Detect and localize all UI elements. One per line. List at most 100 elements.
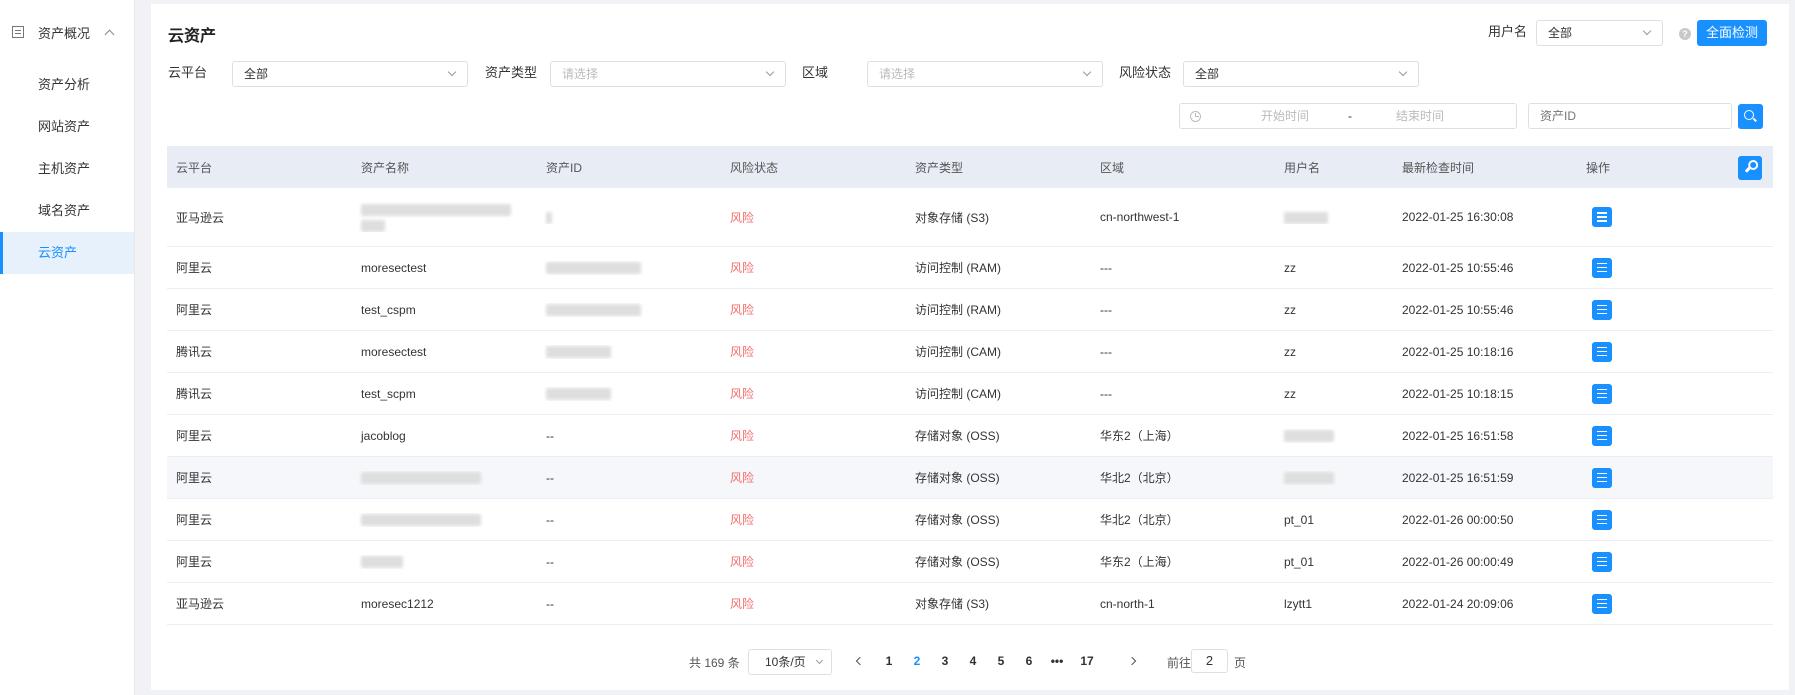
cell-asset-name-redacted [352, 513, 537, 527]
cell-platform: 亚马逊云 [176, 597, 225, 611]
cell-asset-type: 访问控制 (RAM) [915, 261, 1001, 275]
detail-list-icon[interactable] [1592, 551, 1612, 572]
platform-label: 云平台 [168, 65, 208, 80]
cell-username-redacted [1275, 210, 1393, 224]
cell-risk-status: 风险 [730, 429, 755, 443]
sidebar-item-cloud-assets[interactable]: 云资产 [0, 232, 134, 274]
full-check-button[interactable]: 全面检测 [1697, 20, 1767, 46]
cell-risk-status: 风险 [730, 303, 755, 317]
main-panel: 云资产 用户名 全部 ? 全面检测 云平台 全部 资产类型 请选择 区域 请选择… [151, 4, 1789, 690]
column-settings-button[interactable] [1738, 156, 1762, 180]
cell-asset-type: 对象存储 (S3) [915, 210, 990, 225]
cell-risk-status: 风险 [730, 597, 755, 611]
sidebar-group-asset-overview[interactable]: 资产概况 [0, 0, 134, 64]
cell-region: cn-northwest-1 [1100, 210, 1180, 224]
detail-list-icon[interactable] [1592, 207, 1612, 227]
detail-list-icon[interactable] [1592, 299, 1612, 320]
table-row[interactable]: 阿里云 -- 风险 存储对象 (OSS) 华北2（北京） pt_01 2022-01-26 … [167, 499, 1773, 541]
start-time-input[interactable]: 开始时间 [1225, 104, 1345, 128]
cell-username: pt_01 [1284, 512, 1315, 527]
sidebar-item-website-assets[interactable]: 网站资产 [0, 106, 134, 148]
username-select-value: 全部 [1548, 26, 1573, 40]
cell-risk-status: 风险 [730, 210, 755, 225]
table-row[interactable]: 阿里云 moresectest 风险 访问控制 (RAM) --- zz 2022-01-2… [167, 247, 1773, 289]
asset-id-input[interactable] [1528, 103, 1732, 129]
detail-list-icon[interactable] [1592, 341, 1612, 362]
cell-asset-id: -- [546, 596, 554, 611]
cell-asset-name: moresectest [361, 344, 427, 359]
date-range-picker[interactable]: 开始时间 - 结束时间 [1179, 103, 1517, 129]
goto-page-input[interactable]: 2 [1191, 649, 1228, 673]
goto-label: 前往 [1167, 656, 1192, 670]
table-row[interactable]: 阿里云 -- 风险 存储对象 (OSS) 华北2（北京） 2022-01-25 16:51… [167, 457, 1773, 499]
table-row[interactable]: 亚马逊云 风险 对象存储 (S3) cn-northwest-1 2022-01-25 … [167, 188, 1773, 247]
sidebar-item-asset-analysis[interactable]: 资产分析 [0, 64, 134, 106]
page-button-current[interactable]: 2 [907, 654, 927, 668]
cell-region: 华东2（上海） [1100, 555, 1179, 569]
username-select[interactable]: 全部 [1536, 20, 1663, 46]
cell-asset-name-redacted [352, 471, 537, 485]
cell-asset-type: 存储对象 (OSS) [915, 555, 1000, 569]
page-size-select[interactable]: 10条/页 [748, 649, 832, 675]
cell-risk-status: 风险 [730, 261, 755, 275]
table-row[interactable]: 腾讯云 moresectest 风险 访问控制 (CAM) --- zz 2022-01-2… [167, 331, 1773, 373]
cell-actions [1577, 593, 1773, 614]
detail-list-icon[interactable] [1592, 467, 1612, 488]
chevron-right-icon[interactable] [1127, 656, 1137, 666]
date-separator: - [1348, 109, 1352, 123]
cell-region: --- [1100, 302, 1112, 317]
detail-list-icon[interactable] [1592, 383, 1612, 404]
risk-status-select[interactable]: 全部 [1183, 61, 1419, 87]
cell-username-redacted [1275, 429, 1393, 443]
page-button[interactable]: 17 [1077, 654, 1097, 668]
asset-type-select[interactable]: 请选择 [550, 61, 786, 87]
cell-actions [1577, 425, 1773, 446]
cell-last-check-time: 2022-01-25 16:30:08 [1402, 210, 1514, 224]
chevron-left-icon[interactable] [855, 656, 865, 666]
search-button[interactable] [1738, 104, 1763, 129]
column-header: 资产类型 [915, 160, 964, 175]
page-button[interactable]: 5 [991, 654, 1011, 668]
page-size-value: 10条/页 [765, 655, 806, 669]
cell-asset-id-redacted [537, 303, 721, 317]
redacted-value [546, 211, 552, 224]
cell-actions [1577, 383, 1773, 404]
table-row[interactable]: 亚马逊云 moresec1212 -- 风险 对象存储 (S3) cn-north-1 lz… [167, 583, 1773, 625]
cell-platform: 亚马逊云 [176, 210, 225, 225]
chevron-down-icon [1082, 67, 1092, 77]
column-header: 资产名称 [361, 160, 410, 175]
clock-icon [1190, 111, 1201, 122]
cell-asset-type: 访问控制 (RAM) [915, 303, 1001, 317]
redacted-value [546, 304, 641, 317]
sidebar: 资产概况 资产分析 网站资产 主机资产 域名资产 云资产 [0, 0, 135, 695]
page-button[interactable]: 4 [963, 654, 983, 668]
table-row[interactable]: 阿里云 test_cspm 风险 访问控制 (RAM) --- zz 2022-01-25 … [167, 289, 1773, 331]
sidebar-item-domain-assets[interactable]: 域名资产 [0, 190, 134, 232]
detail-list-icon[interactable] [1592, 425, 1612, 446]
page-button[interactable]: 1 [879, 654, 899, 668]
help-icon[interactable]: ? [1679, 28, 1691, 40]
table-row[interactable]: 阿里云 jacoblog -- 风险 存储对象 (OSS) 华东2（上海） 2022-01-… [167, 415, 1773, 457]
chevron-down-icon [447, 67, 457, 77]
cell-region: --- [1100, 386, 1112, 401]
risk-status-label: 风险状态 [1119, 65, 1172, 80]
page-button[interactable]: 6 [1019, 654, 1039, 668]
redacted-value [546, 346, 611, 359]
asset-type-label: 资产类型 [485, 65, 538, 80]
region-select[interactable]: 请选择 [867, 61, 1103, 87]
sidebar-item-host-assets[interactable]: 主机资产 [0, 148, 134, 190]
detail-list-icon[interactable] [1592, 257, 1612, 278]
platform-select[interactable]: 全部 [232, 61, 468, 87]
chevron-down-icon [1642, 26, 1652, 36]
detail-list-icon[interactable] [1592, 509, 1612, 530]
page-ellipsis[interactable]: ••• [1047, 654, 1067, 668]
table-row[interactable]: 腾讯云 test_scpm 风险 访问控制 (CAM) --- zz 2022-01-25 … [167, 373, 1773, 415]
column-header: 资产ID [546, 160, 583, 175]
cell-asset-id-redacted [537, 345, 721, 359]
page-button[interactable]: 3 [935, 654, 955, 668]
cell-asset-id: -- [546, 554, 554, 569]
detail-list-icon[interactable] [1592, 593, 1612, 614]
cell-asset-name: test_scpm [361, 386, 416, 401]
end-time-input[interactable]: 结束时间 [1360, 104, 1480, 128]
table-row[interactable]: 阿里云 -- 风险 存储对象 (OSS) 华东2（上海） pt_01 2022-01-26 … [167, 541, 1773, 583]
